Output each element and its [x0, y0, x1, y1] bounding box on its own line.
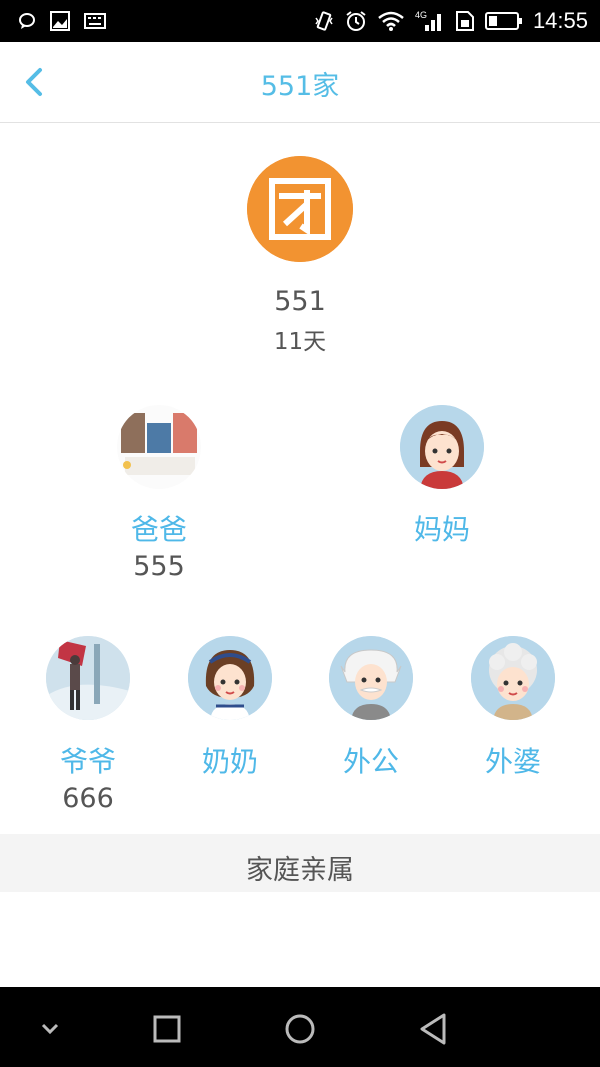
- status-bar: 4G 14:55: [0, 0, 600, 42]
- battery-icon: [484, 11, 523, 31]
- image-icon: [50, 11, 70, 31]
- member-name-paternal-grandpa: 666: [62, 783, 114, 814]
- member-role-maternal-grandma: 外婆: [484, 745, 541, 778]
- dad-avatar[interactable]: [117, 405, 201, 489]
- wifi-icon: [377, 10, 405, 32]
- mother-cartoon-icon: [400, 405, 484, 489]
- network-label: 4G: [415, 10, 427, 20]
- family-logo-icon: [247, 156, 353, 262]
- grandma-paternal-avatar[interactable]: [188, 636, 272, 720]
- recent-apps-button[interactable]: [145, 1007, 189, 1051]
- home-icon: [285, 1014, 315, 1044]
- system-back-button[interactable]: [412, 1007, 456, 1051]
- home-button[interactable]: [278, 1007, 322, 1051]
- vibrate-icon: [313, 10, 335, 32]
- grandpa-maternal-avatar[interactable]: [329, 636, 413, 720]
- member-role-paternal-grandpa: 爷爷: [59, 745, 116, 778]
- keyboard-icon: [84, 13, 106, 29]
- chevron-down-icon: [41, 1023, 59, 1035]
- clock: 14:55: [532, 8, 588, 33]
- recent-apps-icon: [153, 1015, 181, 1043]
- family-avatar[interactable]: [247, 156, 353, 262]
- mom-avatar[interactable]: [400, 405, 484, 489]
- member-name-dad: 555: [133, 551, 185, 582]
- nav-dropdown-button[interactable]: [28, 1007, 72, 1051]
- photo-collage-icon: [117, 405, 201, 489]
- member-role-paternal-grandma: 奶奶: [201, 745, 258, 778]
- member-role-maternal-grandpa: 外公: [342, 745, 399, 778]
- grandpa-paternal-avatar[interactable]: [46, 636, 130, 720]
- member-role-dad: 爸爸: [130, 513, 187, 546]
- grandma-maternal-avatar[interactable]: [471, 636, 555, 720]
- page-title: 551家: [260, 71, 340, 102]
- system-nav-bar: [0, 987, 600, 1067]
- grandmother-white-hair-icon: [471, 636, 555, 720]
- photo-person-icon: [46, 636, 130, 720]
- relatives-section[interactable]: 家庭亲属: [0, 834, 600, 892]
- signal-icon: 4G: [415, 9, 445, 33]
- grandmother-cartoon-icon: [188, 636, 272, 720]
- grandfather-cartoon-icon: [329, 636, 413, 720]
- sim-icon: [455, 10, 475, 32]
- family-name: 551: [274, 286, 326, 317]
- app-header: 551家: [0, 42, 600, 123]
- family-days: 11天: [273, 329, 327, 355]
- alarm-icon: [345, 10, 367, 32]
- chat-icon: [18, 12, 36, 30]
- section-title: 家庭亲属: [246, 855, 354, 886]
- member-role-mom: 妈妈: [413, 513, 470, 546]
- back-icon: [420, 1013, 446, 1045]
